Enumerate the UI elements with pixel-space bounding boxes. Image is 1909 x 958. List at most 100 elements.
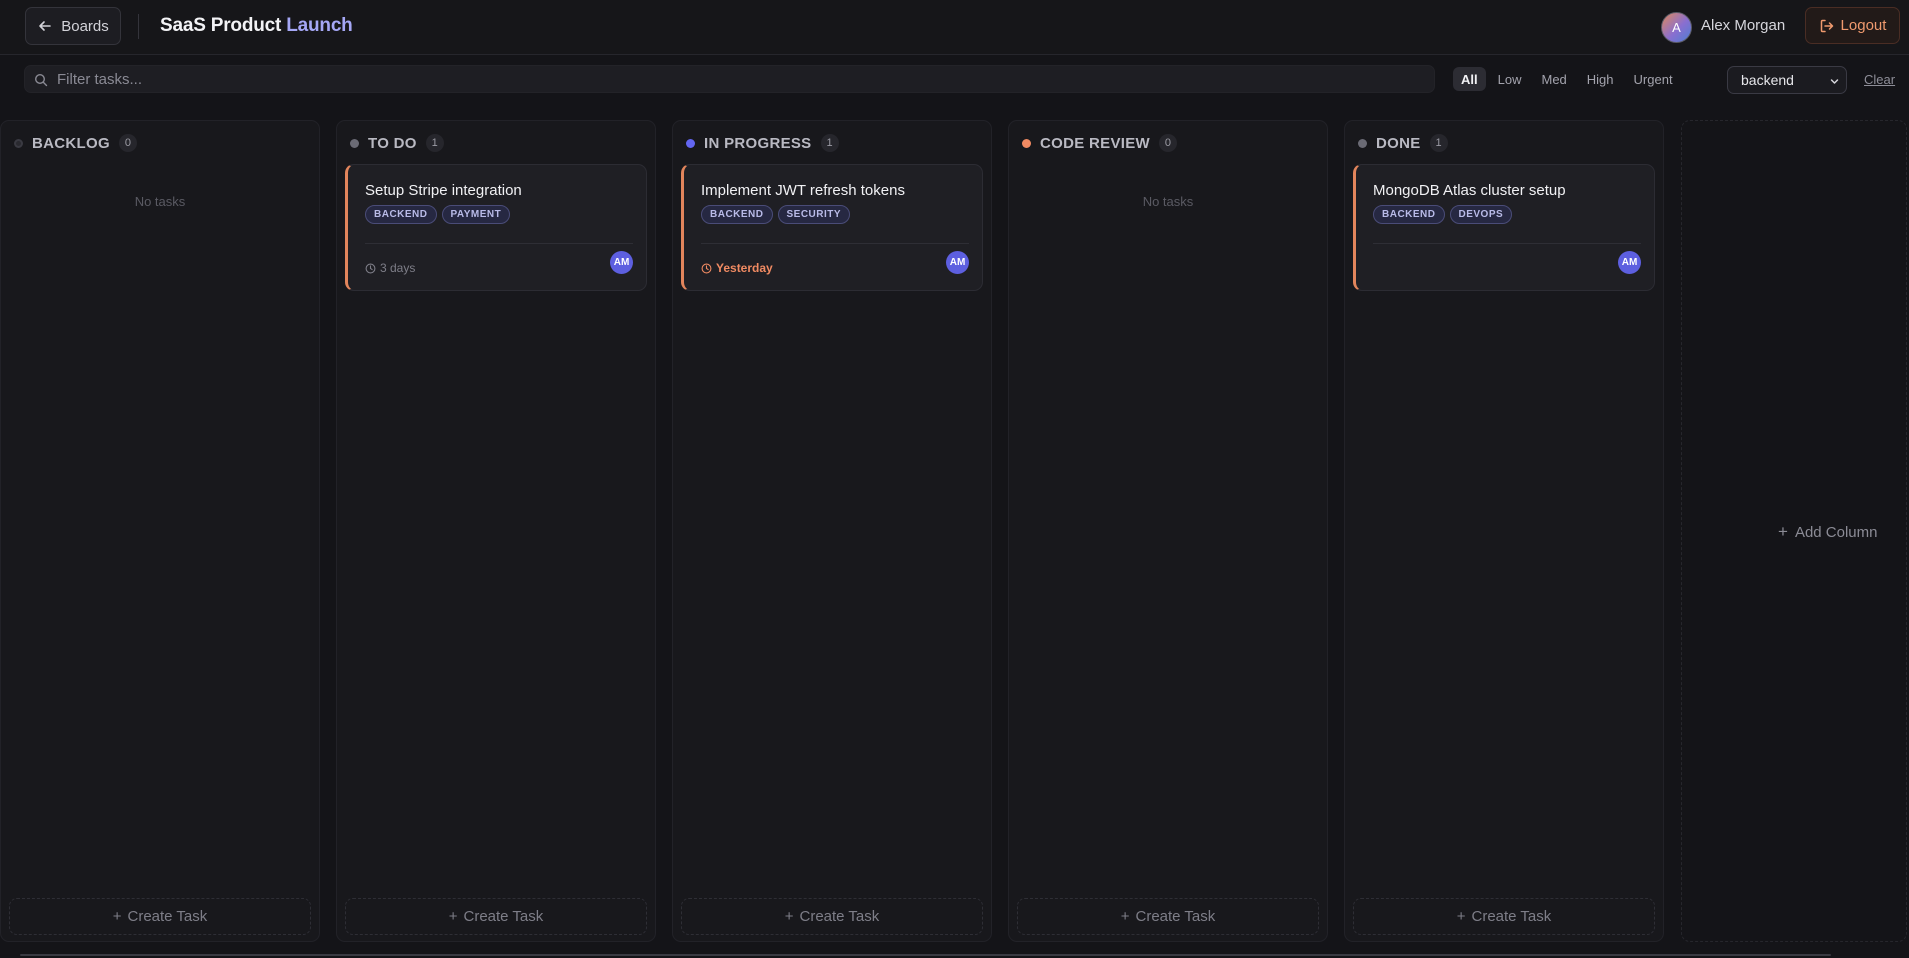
column-header: CODE REVIEW 0	[1022, 133, 1177, 153]
column-title: IN PROGRESS	[704, 134, 812, 152]
board-title-main: SaaS Product	[160, 15, 282, 36]
logout-button[interactable]: Logout	[1805, 7, 1900, 44]
assignee-avatar[interactable]: AM	[1618, 251, 1641, 274]
plus-icon: +	[1456, 908, 1466, 925]
create-task-button[interactable]: + Create Task	[9, 898, 311, 935]
status-dot-icon	[350, 138, 359, 148]
task-title: MongoDB Atlas cluster setup	[1373, 182, 1566, 199]
task-card[interactable]: MongoDB Atlas cluster setup BACKEND DEVO…	[1353, 164, 1655, 291]
tag-badge: DEVOPS	[1449, 205, 1513, 224]
board-title: SaaS Product Launch	[160, 15, 353, 37]
tag-filter-value: backend	[1741, 72, 1794, 88]
status-dot-icon	[686, 138, 695, 148]
assignee-avatar[interactable]: AM	[946, 251, 969, 274]
task-title: Setup Stripe integration	[365, 182, 522, 199]
column-title: BACKLOG	[32, 134, 110, 152]
create-task-label: Create Task	[463, 908, 544, 925]
header-divider	[138, 14, 139, 39]
top-bar: Boards SaaS Product Launch A Alex Morgan…	[0, 0, 1909, 55]
column-backlog: BACKLOG 0 No tasks + Create Task	[0, 120, 320, 942]
empty-state-text: No tasks	[134, 194, 186, 209]
task-title: Implement JWT refresh tokens	[701, 182, 905, 199]
plus-icon: +	[784, 908, 794, 925]
back-to-boards-button[interactable]: Boards	[25, 7, 121, 45]
priority-all-button[interactable]: All	[1453, 67, 1486, 91]
create-task-label: Create Task	[127, 908, 208, 925]
create-task-button[interactable]: + Create Task	[681, 898, 983, 935]
task-tags: BACKEND DEVOPS	[1373, 205, 1513, 224]
user-avatar[interactable]: A	[1661, 12, 1692, 43]
column-count-badge: 1	[425, 134, 444, 152]
create-task-label: Create Task	[799, 908, 880, 925]
due-date-text: 3 days	[380, 261, 416, 275]
clear-filters-link[interactable]: Clear	[1864, 72, 1895, 87]
status-dot-icon	[1358, 138, 1367, 148]
tag-badge: SECURITY	[777, 205, 851, 224]
add-column-label: Add Column	[1794, 523, 1878, 541]
column-header: IN PROGRESS 1	[686, 133, 839, 153]
column-title: CODE REVIEW	[1040, 134, 1150, 152]
clock-icon	[365, 263, 376, 273]
priority-high-button[interactable]: High	[1579, 67, 1622, 91]
status-dot-icon	[14, 138, 23, 148]
due-date-text: Yesterday	[716, 261, 773, 275]
filter-bar	[24, 65, 1435, 93]
column-in-progress: IN PROGRESS 1 Implement JWT refresh toke…	[672, 120, 992, 942]
plus-icon: +	[1778, 522, 1788, 541]
card-divider	[1373, 243, 1641, 244]
column-code-review: CODE REVIEW 0 No tasks + Create Task	[1008, 120, 1328, 942]
plus-icon: +	[1120, 908, 1130, 925]
board-title-accent: Launch	[286, 15, 353, 36]
priority-med-button[interactable]: Med	[1533, 67, 1574, 91]
due-date: Yesterday	[701, 261, 773, 275]
clock-icon	[701, 263, 712, 273]
create-task-label: Create Task	[1135, 908, 1216, 925]
empty-state-text: No tasks	[1142, 194, 1194, 209]
filter-tasks-input[interactable]	[57, 66, 1427, 92]
column-count-badge: 0	[118, 134, 137, 152]
column-count-badge: 1	[1429, 134, 1448, 152]
card-divider	[701, 243, 969, 244]
tag-badge: BACKEND	[1373, 205, 1445, 224]
tag-badge: PAYMENT	[441, 205, 511, 224]
column-done: DONE 1 MongoDB Atlas cluster setup BACKE…	[1344, 120, 1664, 942]
column-count-badge: 1	[820, 134, 839, 152]
create-task-button[interactable]: + Create Task	[1353, 898, 1655, 935]
tag-badge: BACKEND	[365, 205, 437, 224]
card-divider	[365, 243, 633, 244]
add-column-button[interactable]: + Add Column	[1778, 522, 1877, 542]
arrow-left-icon	[39, 21, 52, 31]
horizontal-scrollbar[interactable]	[20, 954, 1831, 956]
plus-icon: +	[112, 908, 122, 925]
column-title: DONE	[1376, 134, 1421, 152]
due-date: 3 days	[365, 261, 415, 275]
create-task-label: Create Task	[1471, 908, 1552, 925]
chevron-down-icon	[1830, 79, 1839, 84]
add-column-area: + Add Column	[1681, 120, 1907, 942]
column-title: TO DO	[368, 134, 417, 152]
plus-icon: +	[448, 908, 458, 925]
logout-icon	[1820, 19, 1833, 32]
task-card[interactable]: Implement JWT refresh tokens BACKEND SEC…	[681, 164, 983, 291]
create-task-button[interactable]: + Create Task	[345, 898, 647, 935]
search-icon	[34, 73, 48, 87]
priority-filter-group: All Low Med High Urgent	[1453, 67, 1681, 91]
tag-filter-select[interactable]: backend	[1727, 66, 1847, 94]
column-header: DONE 1	[1358, 133, 1448, 153]
task-tags: BACKEND PAYMENT	[365, 205, 511, 224]
column-count-badge: 0	[1158, 134, 1177, 152]
tag-badge: BACKEND	[701, 205, 773, 224]
back-button-label: Boards	[61, 17, 109, 35]
logout-label: Logout	[1840, 17, 1887, 34]
column-todo: TO DO 1 Setup Stripe integration BACKEND…	[336, 120, 656, 942]
user-name: Alex Morgan	[1701, 17, 1786, 34]
priority-urgent-button[interactable]: Urgent	[1626, 67, 1681, 91]
task-tags: BACKEND SECURITY	[701, 205, 851, 224]
column-header: BACKLOG 0	[14, 133, 137, 153]
create-task-button[interactable]: + Create Task	[1017, 898, 1319, 935]
assignee-avatar[interactable]: AM	[610, 251, 633, 274]
status-dot-icon	[1022, 138, 1031, 148]
column-header: TO DO 1	[350, 133, 444, 153]
task-card[interactable]: Setup Stripe integration BACKEND PAYMENT…	[345, 164, 647, 291]
priority-low-button[interactable]: Low	[1490, 67, 1530, 91]
